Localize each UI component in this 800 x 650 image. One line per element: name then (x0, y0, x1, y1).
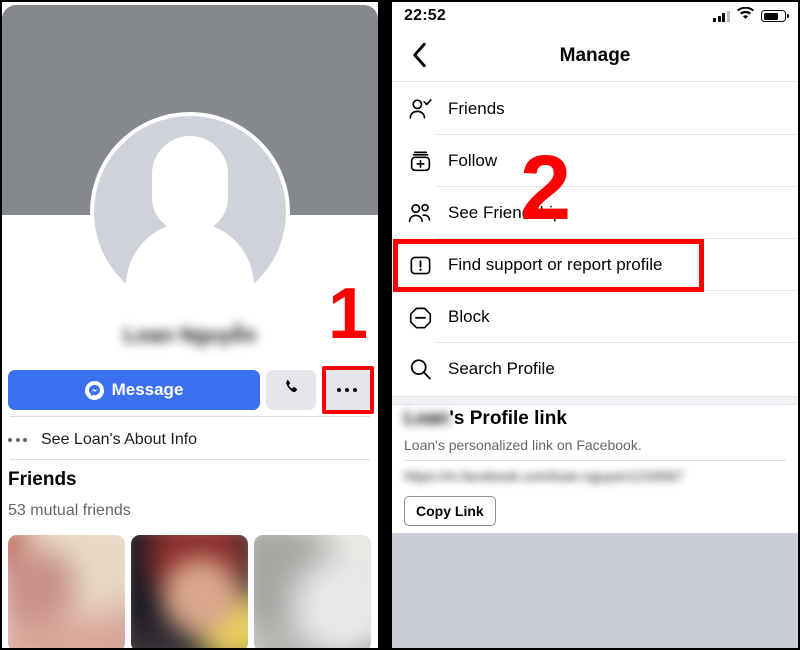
friends-heading: Friends (8, 469, 77, 490)
screenshot-root: Loan Nguyễn Message 1 See Loan's About I… (0, 0, 800, 650)
ellipsis-icon (8, 438, 27, 442)
menu-item-see-friendship[interactable]: See Friendship (392, 187, 798, 239)
status-bar-icons (713, 6, 789, 25)
menu-item-label: Find support or report profile (448, 255, 663, 274)
menu-item-label: Follow (448, 151, 498, 170)
battery-icon (761, 10, 789, 22)
divider-above-about (10, 416, 370, 417)
menu-item-follow[interactable]: Follow (392, 135, 798, 187)
menu-item-find-support-or-report-profile[interactable]: Find support or report profile (392, 239, 798, 291)
page-title: Manage (559, 45, 631, 66)
divider-below-about (10, 459, 370, 460)
profile-action-row: Message (8, 370, 372, 410)
exclamation-box-icon (392, 252, 448, 279)
ellipsis-icon (336, 387, 358, 393)
annotation-marker-2: 2 (520, 137, 572, 239)
more-options-button[interactable] (322, 370, 372, 410)
annotation-marker-1: 1 (328, 274, 369, 354)
search-icon (392, 356, 448, 383)
messenger-icon (84, 380, 104, 400)
menu-item-block[interactable]: Block (392, 291, 798, 343)
message-button[interactable]: Message (8, 370, 260, 410)
manage-menu-list: Friends Follow See Friendship Find suppo… (392, 83, 798, 395)
menu-item-friends[interactable]: Friends (392, 83, 798, 135)
profile-link-divider (404, 460, 786, 461)
profile-link-heading-suffix: 's Profile link (449, 408, 567, 429)
photo-thumbnail-3[interactable] (254, 535, 371, 648)
avatar-silhouette-icon (90, 136, 290, 316)
message-button-label: Message (111, 380, 184, 399)
wifi-icon (737, 6, 754, 25)
photo-thumbnail-1[interactable] (8, 535, 125, 648)
profile-link-subtitle: Loan's personalized link on Facebook. (404, 437, 642, 453)
cellular-signal-icon (713, 10, 730, 22)
menu-item-label: Block (448, 307, 490, 326)
copy-link-button[interactable]: Copy Link (404, 496, 496, 526)
facebook-profile-panel: Loan Nguyễn Message 1 See Loan's About I… (2, 2, 378, 648)
photo-thumbnail-2[interactable] (131, 535, 248, 648)
status-bar: 22:52 (392, 2, 798, 30)
navigation-bar: Manage (392, 30, 798, 82)
menu-item-label: Friends (448, 99, 505, 118)
call-button[interactable] (266, 370, 316, 410)
mutual-friends-count: 53 mutual friends (8, 502, 131, 519)
menu-item-label: Search Profile (448, 359, 555, 378)
follow-plus-icon (392, 148, 448, 175)
see-about-info-label: See Loan's About Info (41, 431, 198, 448)
menu-item-search-profile[interactable]: Search Profile (392, 343, 798, 395)
avatar[interactable] (90, 112, 290, 316)
two-people-icon (392, 200, 448, 227)
person-check-icon (392, 96, 448, 123)
profile-link-url[interactable]: https://m.facebook.com/loan.nguyen123456… (404, 468, 683, 484)
status-bar-time: 22:52 (404, 7, 446, 24)
profile-name: Loan Nguyễn (123, 324, 257, 347)
section-separator (392, 396, 798, 405)
friends-photo-grid (8, 535, 372, 648)
profile-link-heading: Loan's Profile link (404, 408, 567, 430)
manage-menu-panel: 22:52 Manage Friends Follow See Friendsh… (392, 2, 798, 648)
block-octagon-icon (392, 304, 448, 331)
see-about-info-row[interactable]: See Loan's About Info (8, 423, 372, 457)
bottom-filler-area (392, 533, 798, 648)
panel-divider (378, 0, 392, 650)
profile-link-owner-name: Loan (404, 408, 450, 429)
phone-icon (283, 379, 300, 401)
